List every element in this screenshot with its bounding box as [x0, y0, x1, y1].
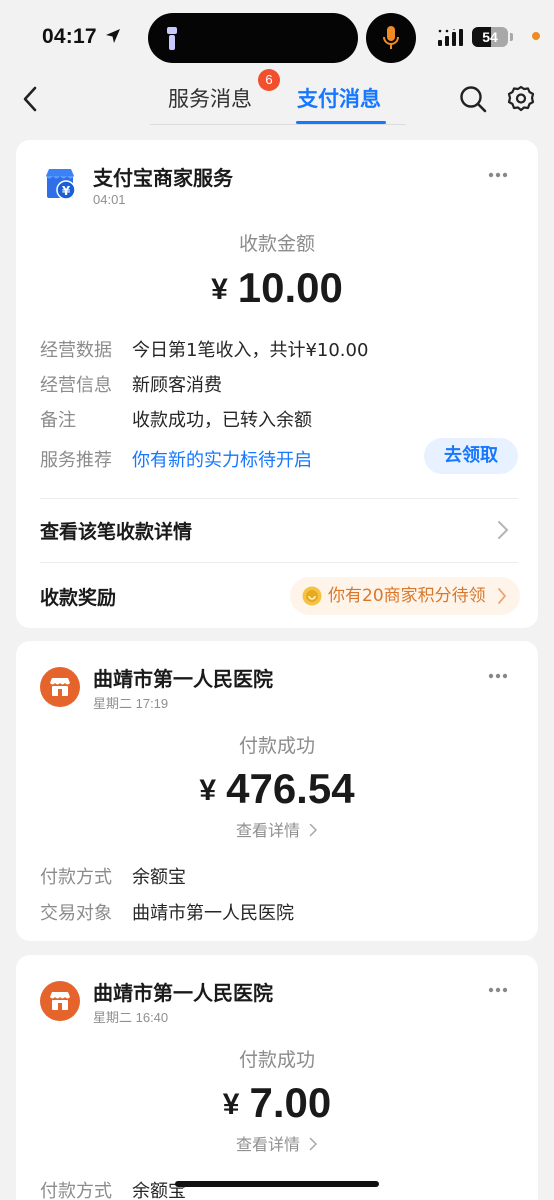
search-icon[interactable] — [458, 84, 488, 114]
payment-card[interactable]: 曲靖市第一人民医院 星期二 17:19 付款成功 ¥476.54 查看详情 付款… — [16, 641, 538, 941]
svg-text:¥: ¥ — [62, 184, 71, 198]
gear-icon[interactable] — [506, 84, 536, 114]
row-value: 今日第1笔收入，共计¥10.00 — [132, 340, 369, 361]
points-text: 你有20商家积分待领 — [328, 586, 486, 606]
more-icon[interactable] — [488, 986, 508, 994]
status-bar: 04:17 54 — [0, 0, 554, 76]
dynamic-island — [148, 13, 358, 63]
tab-payment-messages[interactable]: 支付消息 — [297, 84, 381, 114]
active-tab-indicator — [296, 121, 386, 124]
amount-value: 7.00 — [249, 1079, 332, 1126]
view-details-label: 查看详情 — [235, 821, 300, 840]
amount: ¥10.00 — [16, 264, 538, 312]
row-value: 收款成功，已转入余额 — [132, 410, 312, 431]
coin-icon — [302, 586, 322, 606]
amount: ¥476.54 — [16, 765, 538, 813]
row-label: 付款方式 — [40, 1181, 112, 1200]
row-label: 付款方式 — [40, 867, 112, 888]
shop-icon: ¥ — [46, 169, 76, 200]
shop-icon — [50, 992, 70, 1010]
amount: ¥7.00 — [16, 1079, 538, 1127]
chevron-right-icon — [498, 521, 509, 539]
merchant-name: 曲靖市第一人民医院 — [93, 981, 273, 1005]
amount-value: 476.54 — [226, 765, 355, 812]
payment-status: 付款成功 — [238, 1049, 315, 1071]
amount-label: 收款金额 — [238, 233, 315, 255]
chevron-right-icon — [309, 823, 318, 837]
view-details-link[interactable]: 查看详情 — [16, 1131, 538, 1155]
merchant-logo — [40, 667, 80, 707]
claim-button[interactable]: 去领取 — [424, 438, 518, 474]
message-time: 04:01 — [93, 192, 126, 207]
divider — [40, 562, 518, 563]
battery-level: 54 — [482, 29, 498, 45]
battery-cap — [510, 33, 513, 41]
battery-indicator: 54 — [472, 27, 508, 47]
currency-symbol: ¥ — [222, 1088, 240, 1121]
more-icon[interactable] — [488, 171, 508, 179]
top-nav: 服务消息 6 支付消息 — [0, 69, 554, 126]
merchant-name: 支付宝商家服务 — [93, 166, 233, 190]
merchant-logo — [40, 981, 80, 1021]
flashlight-icon — [167, 27, 177, 50]
divider — [40, 498, 518, 499]
privacy-indicator-dot — [532, 32, 540, 40]
merchant-service-card[interactable]: ¥ 支付宝商家服务 04:01 收款金额 ¥10.00 经营数据 今日第1笔收入… — [16, 140, 538, 628]
view-receipt-details[interactable]: 查看该笔收款详情 — [40, 517, 192, 544]
row-label: 经营信息 — [40, 375, 112, 396]
reward-label: 收款奖励 — [40, 587, 117, 609]
chevron-right-icon — [309, 1137, 318, 1151]
more-icon[interactable] — [488, 672, 508, 680]
unread-badge: 6 — [258, 69, 280, 91]
row-value: 余额宝 — [132, 867, 186, 888]
microphone-icon — [383, 26, 399, 49]
chevron-right-icon — [498, 588, 507, 604]
row-label: 备注 — [40, 410, 76, 431]
row-label: 经营数据 — [40, 340, 112, 361]
tab-service-messages[interactable]: 服务消息 — [168, 84, 252, 114]
shop-icon — [50, 678, 70, 696]
currency-symbol: ¥ — [199, 774, 217, 807]
view-details-link[interactable]: 查看详情 — [16, 817, 538, 841]
row-value: 曲靖市第一人民医院 — [132, 903, 294, 924]
location-arrow-icon — [106, 29, 120, 43]
signal-icon — [438, 29, 463, 46]
payment-status: 付款成功 — [238, 735, 315, 757]
tab-divider — [150, 124, 406, 125]
merchant-name: 曲靖市第一人民医院 — [93, 667, 273, 691]
status-time: 04:17 — [42, 25, 97, 48]
currency-symbol: ¥ — [211, 273, 228, 306]
view-details-label: 查看详情 — [235, 1135, 300, 1154]
message-time: 星期二 17:19 — [93, 696, 169, 711]
row-value: 新顾客消费 — [132, 375, 222, 396]
back-icon[interactable] — [18, 84, 44, 114]
payment-card[interactable]: 曲靖市第一人民医院 星期二 16:40 付款成功 ¥7.00 查看详情 付款方式… — [16, 955, 538, 1200]
merchant-points-pill[interactable]: 你有20商家积分待领 — [290, 577, 520, 615]
home-indicator[interactable] — [175, 1181, 379, 1187]
row-label: 服务推荐 — [40, 450, 112, 471]
row-label: 交易对象 — [40, 903, 112, 924]
message-time: 星期二 16:40 — [93, 1010, 169, 1025]
amount-value: 10.00 — [237, 264, 343, 311]
service-recommendation-link[interactable]: 你有新的实力标待开启 — [132, 446, 312, 472]
